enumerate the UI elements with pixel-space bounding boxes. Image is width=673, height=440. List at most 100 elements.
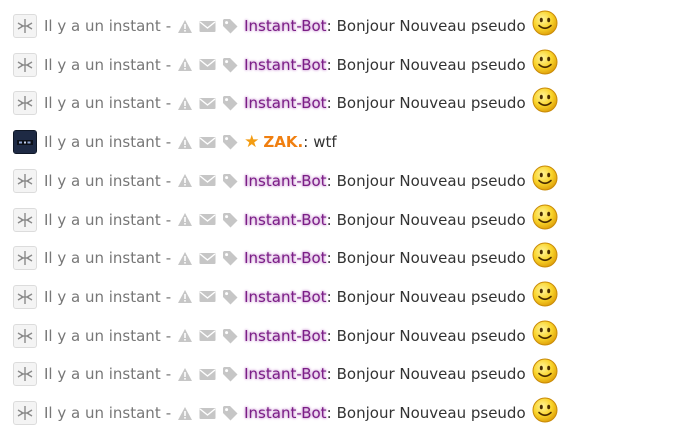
tag-icon[interactable] (222, 134, 238, 150)
chat-message: Il y a un instant - Instant-Bot: Bonjour No… (13, 242, 558, 272)
message-author[interactable]: Instant-Bot (244, 17, 326, 35)
tag-icon[interactable] (222, 212, 238, 228)
warning-icon[interactable] (177, 96, 193, 111)
message-text: Bonjour Nouveau pseudo (336, 326, 526, 345)
tag-icon[interactable] (222, 366, 238, 382)
message-text: Bonjour Nouveau pseudo (336, 287, 526, 306)
envelope-icon[interactable] (199, 368, 216, 381)
avatar[interactable] (13, 284, 37, 309)
envelope-icon[interactable] (199, 136, 216, 149)
author-colon: : (326, 249, 332, 268)
chat-message: Il y a un instant - Instant-Bot: Bonjour No… (13, 358, 558, 388)
message-author[interactable]: Instant-Bot (244, 327, 326, 345)
chat-message: Il y a un instant - Instant-Bot: Bonjour No… (13, 49, 558, 79)
chat-message: Il y a un instant - Instant-Bot: Bonjour No… (13, 204, 558, 234)
message-time: Il y a un instant (44, 171, 161, 190)
message-author[interactable]: ZAK. (263, 133, 303, 151)
message-author[interactable]: Instant-Bot (244, 288, 326, 306)
chat-message: Il y a un instant - Instant-Bot: Bonjour No… (13, 87, 558, 117)
envelope-icon[interactable] (199, 290, 216, 303)
message-author[interactable]: Instant-Bot (244, 404, 326, 422)
time-separator: - (165, 94, 172, 113)
warning-icon[interactable] (177, 212, 193, 227)
message-time: Il y a un instant (44, 133, 161, 152)
message-time: Il y a un instant (44, 287, 161, 306)
message-time: Il y a un instant (44, 94, 161, 113)
warning-icon[interactable] (177, 406, 193, 421)
chat-message: Il y a un instant - ★ ZAK.: wtf (13, 128, 343, 156)
envelope-icon[interactable] (199, 329, 216, 342)
author-colon: : (326, 94, 332, 113)
avatar[interactable] (13, 14, 37, 38)
chat-message: Il y a un instant - Instant-Bot: Bonjour No… (13, 10, 558, 40)
author-colon: : (326, 17, 332, 35)
author-colon: : (326, 210, 332, 229)
author-colon: : (326, 326, 332, 345)
envelope-icon[interactable] (199, 174, 216, 187)
warning-icon[interactable] (177, 328, 193, 343)
time-separator: - (165, 249, 172, 268)
time-separator: - (165, 171, 172, 190)
message-text: Bonjour Nouveau pseudo (336, 55, 526, 74)
avatar[interactable] (13, 362, 37, 387)
message-text: Bonjour Nouveau pseudo (336, 249, 526, 268)
smiley-icon (532, 358, 558, 384)
message-text: Bonjour Nouveau pseudo (336, 17, 526, 35)
smiley-icon (532, 204, 558, 230)
avatar[interactable] (13, 207, 37, 232)
tag-icon[interactable] (222, 173, 238, 189)
message-text: Bonjour Nouveau pseudo (336, 404, 526, 422)
author-colon: : (326, 55, 332, 74)
message-author[interactable]: Instant-Bot (244, 172, 326, 190)
time-separator: - (165, 17, 172, 35)
warning-icon[interactable] (177, 19, 193, 34)
tag-icon[interactable] (222, 328, 238, 344)
message-author[interactable]: Instant-Bot (244, 56, 326, 74)
message-time: Il y a un instant (44, 404, 161, 422)
warning-icon[interactable] (177, 57, 193, 72)
message-time: Il y a un instant (44, 326, 161, 345)
envelope-icon[interactable] (199, 20, 216, 33)
time-separator: - (165, 365, 172, 384)
smiley-icon (532, 87, 558, 113)
tag-icon[interactable] (222, 18, 238, 34)
smiley-icon (532, 49, 558, 75)
message-author[interactable]: Instant-Bot (244, 365, 326, 383)
tag-icon[interactable] (222, 289, 238, 305)
avatar[interactable] (13, 246, 37, 271)
message-text: Bonjour Nouveau pseudo (336, 365, 526, 384)
tag-icon[interactable] (222, 250, 238, 266)
envelope-icon[interactable] (199, 407, 216, 420)
time-separator: - (165, 287, 172, 306)
avatar[interactable] (13, 168, 37, 193)
warning-icon[interactable] (177, 251, 193, 266)
warning-icon[interactable] (177, 173, 193, 188)
envelope-icon[interactable] (199, 213, 216, 226)
message-time: Il y a un instant (44, 249, 161, 268)
tag-icon[interactable] (222, 95, 238, 111)
time-separator: - (165, 133, 172, 152)
envelope-icon[interactable] (199, 58, 216, 71)
smiley-icon (532, 242, 558, 268)
avatar[interactable] (13, 130, 37, 155)
chat-message: Il y a un instant - Instant-Bot: Bonjour No… (13, 397, 558, 427)
warning-icon[interactable] (177, 135, 193, 150)
author-colon: : (326, 404, 332, 422)
avatar[interactable] (13, 91, 37, 116)
tag-icon[interactable] (222, 57, 238, 73)
envelope-icon[interactable] (199, 97, 216, 110)
warning-icon[interactable] (177, 367, 193, 382)
chat-log: Il y a un instant - Instant-Bot: Bonjour No… (0, 0, 673, 440)
envelope-icon[interactable] (199, 252, 216, 265)
message-time: Il y a un instant (44, 55, 161, 74)
avatar[interactable] (13, 52, 37, 77)
warning-icon[interactable] (177, 289, 193, 304)
author-colon: : (326, 365, 332, 384)
avatar[interactable] (13, 323, 37, 348)
message-author[interactable]: Instant-Bot (244, 94, 326, 112)
chat-message: Il y a un instant - Instant-Bot: Bonjour No… (13, 281, 558, 311)
avatar[interactable] (13, 401, 37, 425)
message-author[interactable]: Instant-Bot (244, 211, 326, 229)
tag-icon[interactable] (222, 405, 238, 421)
message-author[interactable]: Instant-Bot (244, 249, 326, 267)
